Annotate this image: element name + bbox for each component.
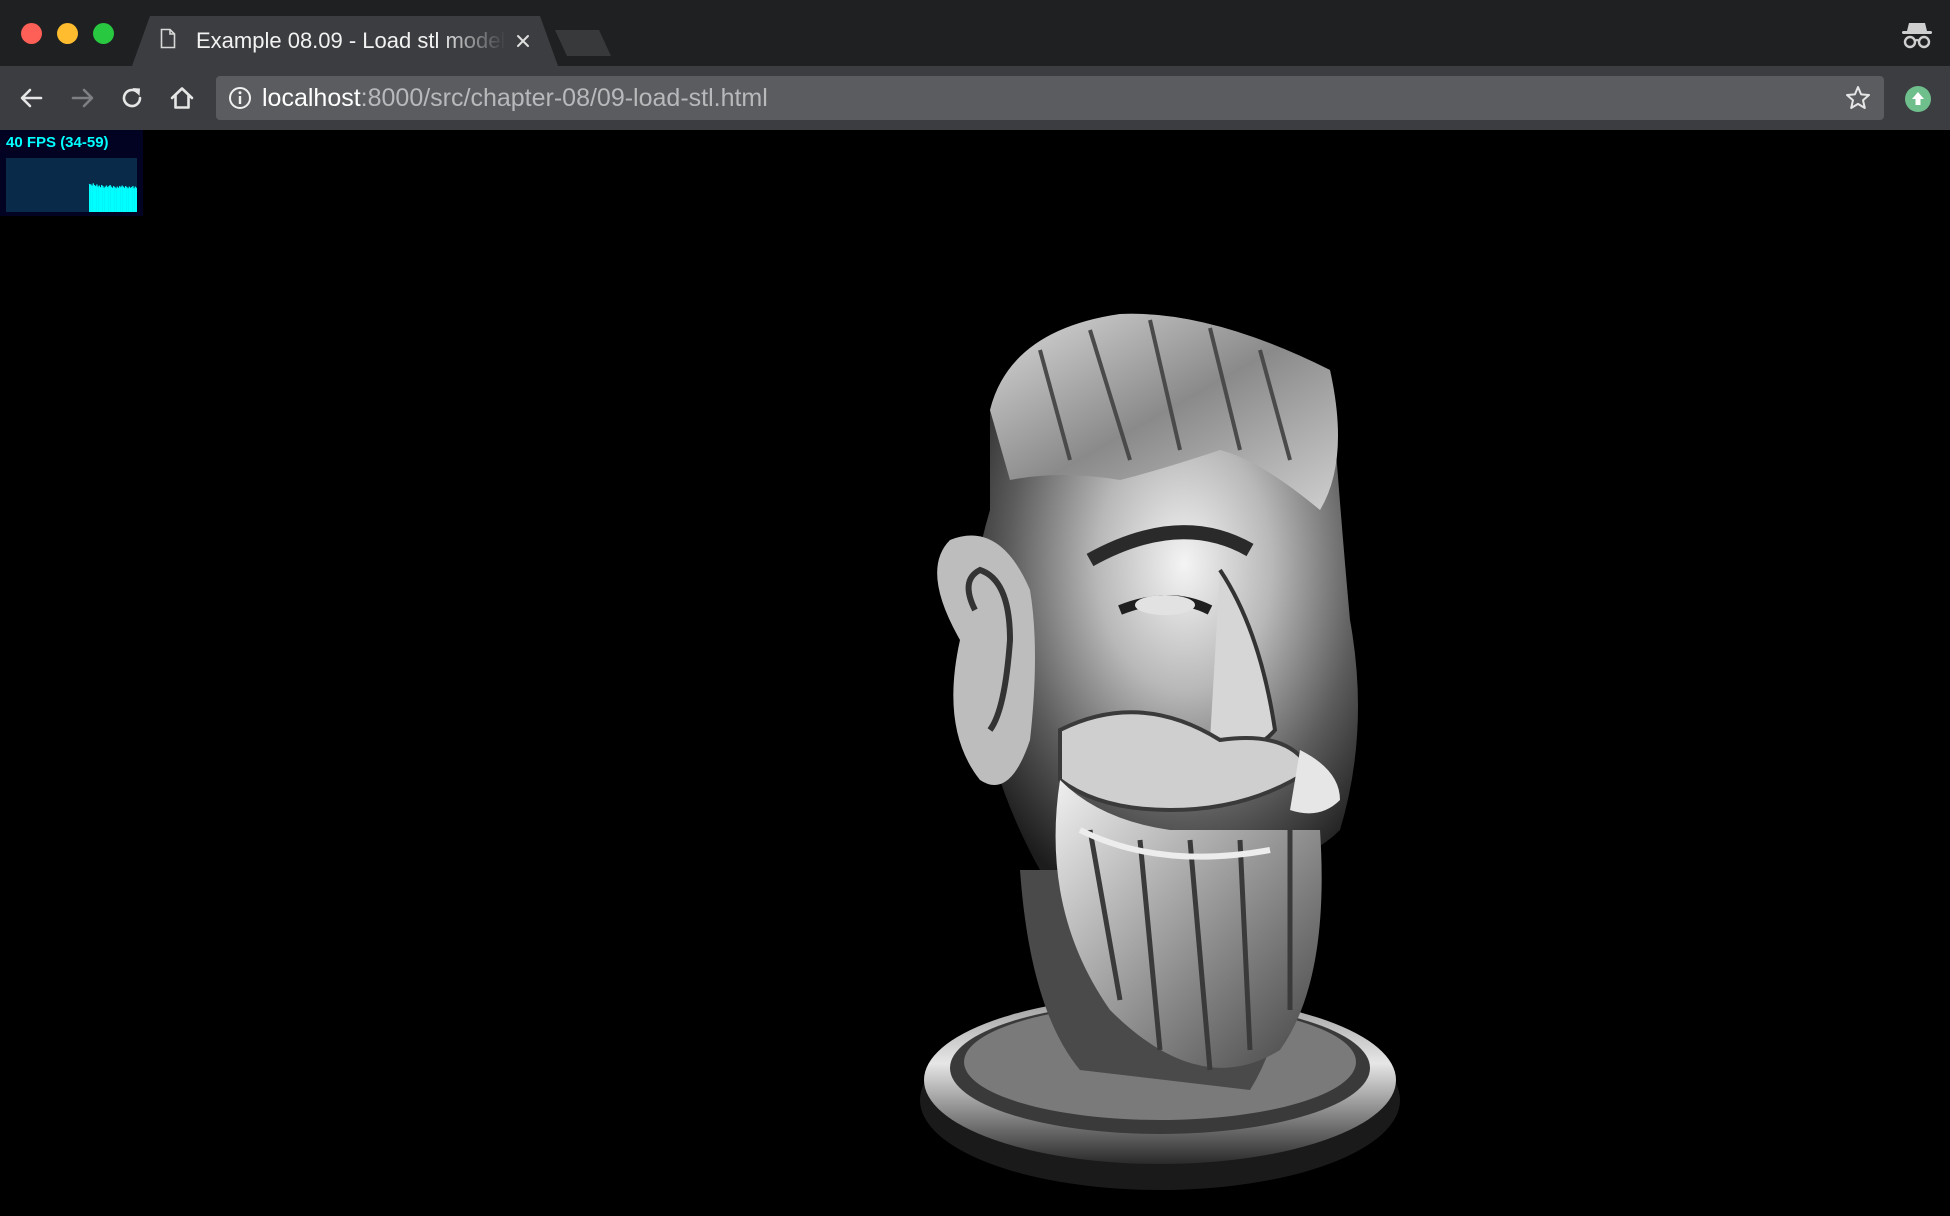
fps-graph-bar [103, 187, 105, 212]
fps-graph-bar [104, 186, 106, 212]
browser-window: Example 08.09 - Load stl model localhost… [0, 0, 1950, 1216]
fps-graph-bar [97, 186, 99, 212]
close-icon[interactable] [512, 30, 534, 52]
stl-bust-model [920, 313, 1400, 1190]
fps-graph-bar [115, 188, 117, 212]
fps-graph-bar [125, 186, 127, 212]
fps-graph-bar [105, 185, 108, 212]
tab-title[interactable]: Example 08.09 - Load stl model [196, 28, 506, 54]
window-maximize-button[interactable] [93, 23, 114, 44]
star-icon[interactable] [1844, 84, 1872, 112]
fps-graph-bar [90, 184, 92, 212]
fps-graph-bar [131, 187, 133, 212]
fps-graph-bar [93, 185, 96, 212]
fps-graph-bar [132, 186, 134, 212]
fps-graph [6, 158, 137, 212]
fps-stats-panel[interactable]: 40 FPS (34-59) [0, 130, 143, 216]
fps-graph-bar [99, 187, 102, 212]
fps-graph-bar [92, 183, 94, 212]
forward-button[interactable] [64, 80, 100, 116]
document-icon [160, 28, 176, 49]
fps-graph-bar [110, 186, 112, 212]
fps-graph-bar [108, 186, 110, 212]
browser-toolbar: localhost:8000/src/chapter-08/09-load-st… [0, 66, 1950, 130]
incognito-icon[interactable] [1900, 20, 1934, 50]
fps-graph-bar [134, 186, 136, 212]
fps-graph-bar [91, 185, 93, 212]
new-tab-button[interactable] [555, 30, 611, 56]
url-path: :8000/src/chapter-08/09-load-stl.html [360, 84, 768, 112]
fps-graph-bar [98, 185, 100, 212]
fps-graph-bar [128, 186, 130, 212]
info-icon[interactable] [228, 86, 252, 110]
fps-label: 40 FPS (34-59) [6, 134, 109, 151]
home-button[interactable] [164, 80, 200, 116]
fps-graph-bar [89, 183, 91, 212]
fps-graph-bar [120, 187, 122, 212]
fps-graph-bar [127, 188, 129, 212]
fps-graph-bar [121, 185, 123, 212]
reload-button[interactable] [114, 80, 150, 116]
fps-graph-bar [102, 186, 104, 212]
webgl-canvas[interactable]: 40 FPS (34-59) [0, 130, 1950, 1216]
fps-graph-bar [129, 187, 132, 212]
fps-graph-bar [119, 186, 121, 212]
fps-graph-bar [95, 186, 97, 212]
fps-graph-bar [117, 187, 120, 212]
reload-icon [122, 88, 142, 108]
window-close-button[interactable] [21, 23, 42, 44]
fps-graph-bar [101, 185, 103, 212]
fps-graph-bar [111, 187, 114, 212]
url-text[interactable]: localhost:8000/src/chapter-08/09-load-st… [262, 84, 768, 112]
url-host: localhost [262, 84, 361, 112]
extension-icon[interactable] [1903, 84, 1933, 114]
forward-arrow-icon [71, 88, 94, 108]
fps-graph-bar [96, 184, 98, 212]
fps-graph-bar [109, 185, 111, 212]
back-button[interactable] [14, 80, 50, 116]
window-minimize-button[interactable] [57, 23, 78, 44]
tab-strip: Example 08.09 - Load stl model [0, 0, 1950, 66]
fps-graph-bar [113, 186, 115, 212]
fps-graph-bar [126, 187, 128, 212]
home-icon [170, 87, 194, 109]
fps-graph-bar [135, 187, 137, 212]
fps-graph-bar [107, 187, 109, 212]
fps-graph-bar [122, 186, 124, 212]
fps-graph-bar [123, 187, 126, 212]
fps-graph-bar [114, 187, 116, 212]
fps-graph-bar [133, 188, 135, 212]
fps-graph-bar [116, 186, 118, 212]
address-bar[interactable]: localhost:8000/src/chapter-08/09-load-st… [216, 76, 1884, 120]
back-arrow-icon [20, 88, 43, 108]
